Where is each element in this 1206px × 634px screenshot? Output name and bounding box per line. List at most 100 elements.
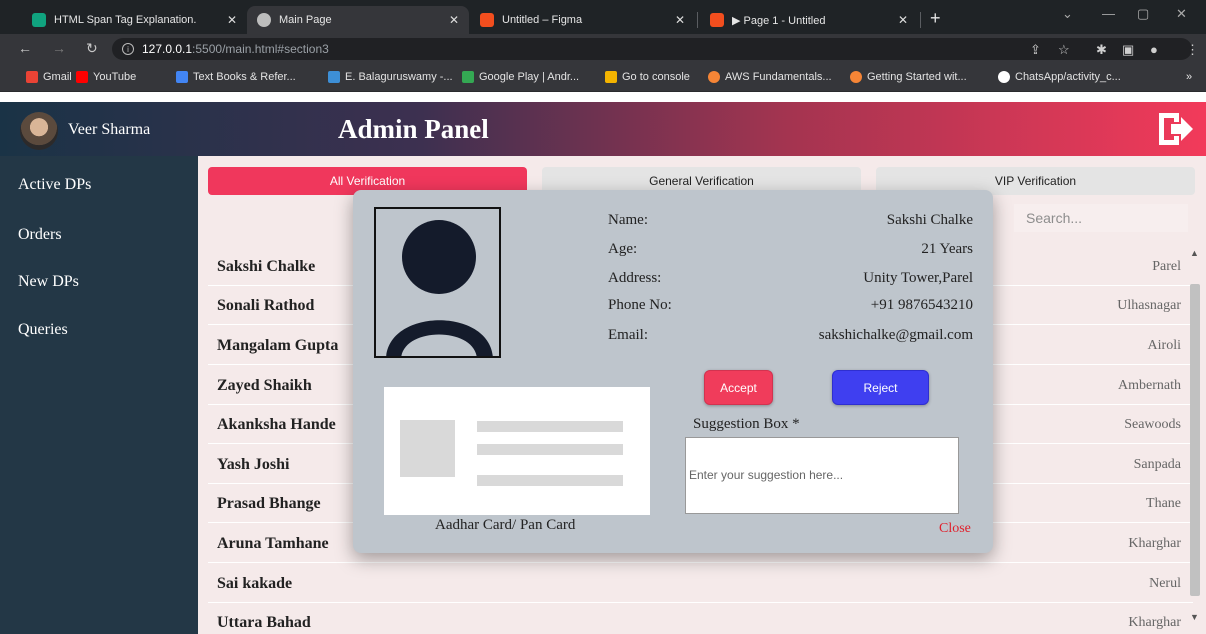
id-card-photo — [400, 420, 455, 477]
age-value: 21 Years — [921, 241, 973, 257]
more-bookmarks-icon[interactable]: » — [1186, 71, 1192, 83]
bookmark-label: Google Play | Andr... — [479, 71, 580, 83]
reject-button[interactable]: Reject — [832, 370, 929, 405]
sidebar-item-orders[interactable]: Orders — [18, 226, 62, 244]
logout-icon[interactable] — [1155, 110, 1195, 148]
id-card-line — [477, 444, 623, 455]
close-tab-icon[interactable]: ✕ — [449, 13, 459, 27]
row-name: Sakshi Chalke — [217, 258, 316, 275]
firebase-icon — [605, 71, 617, 83]
bookmark-item[interactable]: ChatsApp/activity_c... — [998, 71, 1121, 83]
phone-label: Phone No: — [608, 297, 672, 313]
bookmark-label: E. Balaguruswamy -... — [345, 71, 453, 83]
bookmark-item[interactable]: Text Books & Refer... — [176, 71, 296, 83]
bookmark-item[interactable]: Getting Started wit... — [850, 71, 967, 83]
close-tab-icon[interactable]: ✕ — [227, 13, 237, 27]
figma-icon — [710, 13, 724, 27]
search-input[interactable] — [1014, 204, 1188, 232]
github-icon — [998, 71, 1010, 83]
suggestion-input[interactable] — [685, 437, 959, 514]
scroll-up-icon[interactable]: ▲ — [1190, 248, 1199, 258]
bookmark-label: AWS Fundamentals... — [725, 71, 832, 83]
scrollbar-thumb[interactable] — [1190, 284, 1200, 596]
edge-icon — [328, 71, 340, 83]
close-tab-icon[interactable]: ✕ — [675, 13, 685, 27]
page-title: Admin Panel — [338, 114, 489, 144]
scroll-down-icon[interactable]: ▼ — [1190, 612, 1199, 622]
sidebar-item-active-dps[interactable]: Active DPs — [18, 176, 91, 194]
youtube-icon — [76, 71, 88, 83]
restore-icon[interactable]: ▢ — [1137, 6, 1149, 22]
share-icon[interactable]: ⇪ — [1030, 42, 1041, 58]
bookmark-item[interactable]: E. Balaguruswamy -... — [328, 71, 453, 83]
row-location: Thane — [1146, 496, 1181, 511]
row-location: Nerul — [1149, 576, 1181, 591]
close-tab-icon[interactable]: ✕ — [898, 13, 908, 27]
email-label: Email: — [608, 327, 648, 343]
bookmark-label: ChatsApp/activity_c... — [1015, 71, 1121, 83]
id-card-line — [477, 421, 623, 432]
browser-tab-title: ▶ Page 1 - Untitled — [732, 14, 826, 27]
table-row[interactable]: Sai kakade Nerul — [208, 564, 1193, 603]
chatgpt-icon — [32, 13, 46, 27]
row-location: Kharghar — [1128, 615, 1181, 630]
browser-tab-bar: HTML Span Tag Explanation. ✕ Main Page ✕… — [0, 0, 1206, 34]
gmail-icon — [26, 71, 38, 83]
bookmark-item[interactable]: Go to console — [605, 71, 690, 83]
row-name: Sonali Rathod — [217, 297, 315, 314]
id-card-line — [477, 475, 623, 486]
row-name: Mangalam Gupta — [217, 337, 339, 354]
row-location: Seawoods — [1124, 417, 1181, 432]
aws-icon — [850, 71, 862, 83]
back-icon[interactable]: ← — [18, 40, 32, 56]
figma-icon — [480, 13, 494, 27]
app-header: Veer Sharma Admin Panel — [0, 102, 1206, 156]
user-silhouette-icon — [386, 220, 493, 356]
new-tab-icon[interactable]: + — [930, 8, 941, 29]
bookmark-item[interactable]: Google Play | Andr... — [462, 71, 579, 83]
avatar[interactable] — [20, 112, 58, 150]
bookmark-item[interactable]: Gmail — [26, 71, 72, 83]
browser-tab[interactable]: HTML Span Tag Explanation. ✕ — [22, 6, 247, 34]
row-location: Sanpada — [1133, 457, 1181, 472]
accept-button[interactable]: Accept — [704, 370, 773, 405]
aws-icon — [708, 71, 720, 83]
phone-value: +91 9876543210 — [870, 297, 973, 313]
bookmark-item[interactable]: YouTube — [76, 71, 136, 83]
forward-icon[interactable]: → — [52, 40, 66, 56]
browser-tab[interactable]: ▶ Page 1 - Untitled ✕ — [700, 6, 918, 34]
bookmark-label: Text Books & Refer... — [193, 71, 296, 83]
window-close-icon[interactable]: ✕ — [1176, 6, 1187, 22]
bookmark-star-icon[interactable]: ☆ — [1058, 42, 1070, 58]
browser-tab-active[interactable]: Main Page ✕ — [247, 6, 469, 34]
row-name: Uttara Bahad — [217, 614, 311, 631]
browser-tab-title: Main Page — [279, 14, 332, 26]
bookmarks-bar: Gmail YouTube Text Books & Refer... E. B… — [0, 64, 1206, 92]
bookmark-label: Getting Started wit... — [867, 71, 967, 83]
sidebar-item-new-dps[interactable]: New DPs — [18, 273, 79, 291]
site-info-icon[interactable]: i — [122, 43, 134, 55]
url-path: :5500/main.html#section3 — [192, 42, 329, 56]
tab-search-icon[interactable]: ⌄ — [1062, 6, 1073, 22]
close-button[interactable]: Close — [939, 521, 971, 537]
table-row[interactable]: Uttara Bahad Kharghar — [208, 603, 1193, 634]
menu-icon[interactable]: ⋮ — [1186, 42, 1199, 58]
row-name: Prasad Bhange — [217, 495, 321, 512]
extensions-icon[interactable]: ✱ — [1096, 42, 1107, 58]
row-location: Kharghar — [1128, 536, 1181, 551]
verification-modal: Name: Sakshi Chalke Age: 21 Years Addres… — [353, 190, 993, 553]
scrollbar[interactable]: ▲ ▼ — [1188, 248, 1202, 634]
name-value: Sakshi Chalke — [886, 212, 973, 228]
bookmark-item[interactable]: AWS Fundamentals... — [708, 71, 832, 83]
browser-tab-title: Untitled – Figma — [502, 14, 583, 26]
side-panel-icon[interactable]: ▣ — [1122, 42, 1134, 58]
tab-separator — [697, 12, 698, 28]
sidebar-item-queries[interactable]: Queries — [18, 321, 68, 339]
minimize-icon[interactable]: — — [1102, 6, 1115, 21]
id-card-image — [384, 387, 650, 515]
browser-tab[interactable]: Untitled – Figma ✕ — [470, 6, 695, 34]
reload-icon[interactable]: ↻ — [86, 40, 98, 57]
tab-separator — [920, 12, 921, 28]
bookmark-label: Gmail — [43, 71, 72, 83]
profile-icon[interactable]: ● — [1150, 42, 1158, 57]
